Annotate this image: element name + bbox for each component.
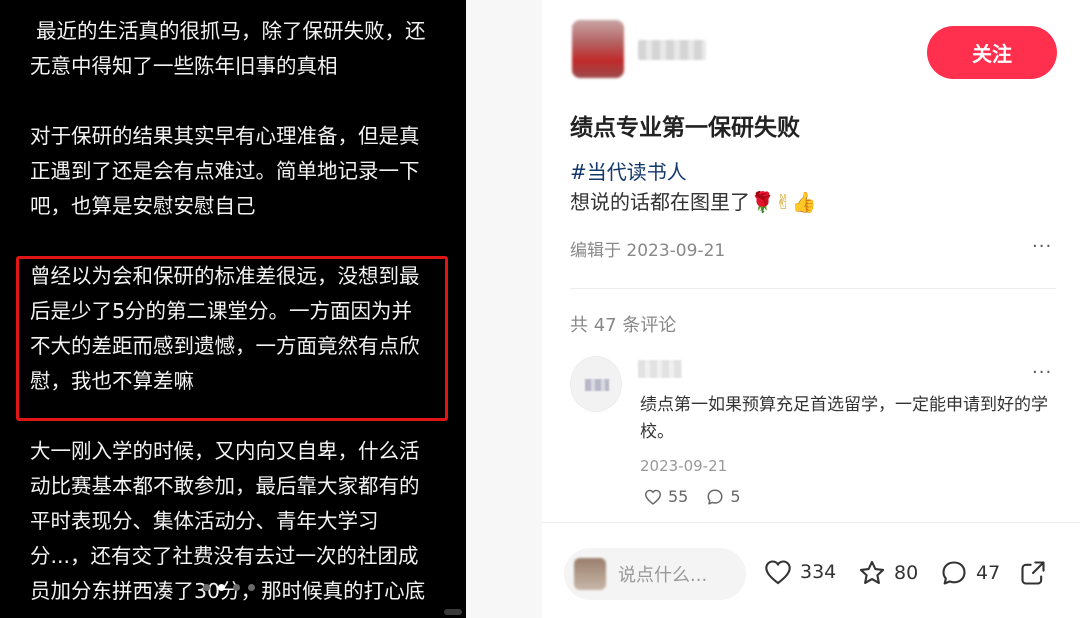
image-line: 对于保研的结果其实早有心理准备，但是真 xyxy=(30,124,420,148)
comment-input-placeholder: 说点什么... xyxy=(618,565,708,586)
image-line: 员加分东拼西凑了30分，那时候真的打心底 xyxy=(30,579,426,603)
heart-icon xyxy=(765,560,791,585)
heart-icon xyxy=(644,489,662,505)
carousel-dot[interactable] xyxy=(203,584,210,591)
image-line: 平时表现分、集体活动分、青年大学习 xyxy=(30,509,379,533)
image-line: 正遇到了还是会有点难过。简单地记录一下 xyxy=(30,159,420,183)
commenter-name-blurred[interactable] xyxy=(638,360,682,378)
note-image-carousel[interactable]: 最近的生活真的很抓马，除了保研失败，还 无意中得知了一些陈年旧事的真相 对于保研… xyxy=(0,0,466,618)
divider xyxy=(570,288,1056,289)
comment-reply-count: 5 xyxy=(730,487,741,506)
commenter-avatar-blur xyxy=(585,379,609,391)
comment-button[interactable]: 47 xyxy=(940,559,1000,587)
hashtag-link[interactable]: #当代读书人 xyxy=(570,156,687,185)
author-name-blurred[interactable] xyxy=(638,40,706,60)
like-button[interactable]: 334 xyxy=(764,559,836,585)
comment-count-button: 47 xyxy=(976,562,1001,584)
carousel-dot-active[interactable] xyxy=(218,584,225,591)
follow-button[interactable]: 关注 xyxy=(927,26,1057,79)
author-avatar[interactable] xyxy=(572,20,624,78)
image-line: 无意中得知了一些陈年旧事的真相 xyxy=(30,54,338,78)
commenter-avatar[interactable] xyxy=(570,356,622,412)
edit-date: 编辑于 2023-09-21 xyxy=(570,241,726,261)
more-options-icon[interactable]: ··· xyxy=(1032,236,1052,257)
red-highlight-box xyxy=(16,256,448,421)
image-paragraph-2: 对于保研的结果其实早有心理准备，但是真 正遇到了还是会有点难过。简单地记录一下 … xyxy=(30,119,440,224)
comment-count: 共 47 条评论 xyxy=(570,315,677,336)
image-line: 大一刚入学的时候，又内向又自卑，什么活 xyxy=(30,439,420,463)
share-icon xyxy=(1021,561,1045,585)
carousel-dot[interactable] xyxy=(248,584,255,591)
note-content: 想说的话都在图里了🌹✌👍 xyxy=(570,186,817,215)
comment-like-button[interactable]: 55 xyxy=(644,487,688,506)
note-title: 绩点专业第一保研失败 xyxy=(570,115,800,141)
collect-button[interactable]: 80 xyxy=(858,559,918,587)
star-icon xyxy=(859,560,885,584)
note-detail-panel: 关注 绩点专业第一保研失败 #当代读书人 想说的话都在图里了🌹✌👍 编辑于 20… xyxy=(542,0,1080,618)
image-paragraph-4: 大一刚入学的时候，又内向又自卑，什么活 动比赛基本都不敢参加，最后靠大家都有的 … xyxy=(30,434,440,609)
comment-more-icon[interactable]: ··· xyxy=(1032,362,1052,383)
comment-actions: 55 5 xyxy=(644,487,741,506)
bottom-action-bar: 说点什么... 334 80 47 xyxy=(542,522,1080,618)
image-line: 最近的生活真的很抓马，除了保研失败，还 xyxy=(36,19,426,43)
carousel-dot[interactable] xyxy=(233,584,240,591)
image-line: 吧，也算是安慰安慰自己 xyxy=(30,194,256,218)
image-line: 动比赛基本都不敢参加，最后靠大家都有的 xyxy=(30,474,420,498)
comment-reply-button[interactable]: 5 xyxy=(706,487,741,506)
comment-input[interactable]: 说点什么... xyxy=(564,548,746,600)
note-emoji: 🌹✌👍 xyxy=(750,190,817,214)
collect-count: 80 xyxy=(894,562,919,584)
image-line: 分...，还有交了社费没有去过一次的社团成 xyxy=(30,544,419,568)
note-content-text: 想说的话都在图里了 xyxy=(570,190,750,214)
comment-date: 2023-09-21 xyxy=(640,457,728,475)
image-paragraph-1: 最近的生活真的很抓马，除了保研失败，还 无意中得知了一些陈年旧事的真相 xyxy=(30,14,440,84)
user-avatar xyxy=(574,558,606,590)
panel-gap xyxy=(466,0,542,618)
chat-bubble-icon xyxy=(707,489,723,504)
share-button[interactable] xyxy=(1019,559,1047,587)
chat-bubble-icon xyxy=(942,561,966,585)
carousel-pagination[interactable] xyxy=(203,584,255,591)
comment-text: 绩点第一如果预算充足首选留学，一定能申请到好的学校。 xyxy=(640,395,1048,442)
like-count: 334 xyxy=(800,561,837,583)
comment-like-count: 55 xyxy=(668,487,689,506)
scrollbar-thumb[interactable] xyxy=(444,609,462,615)
